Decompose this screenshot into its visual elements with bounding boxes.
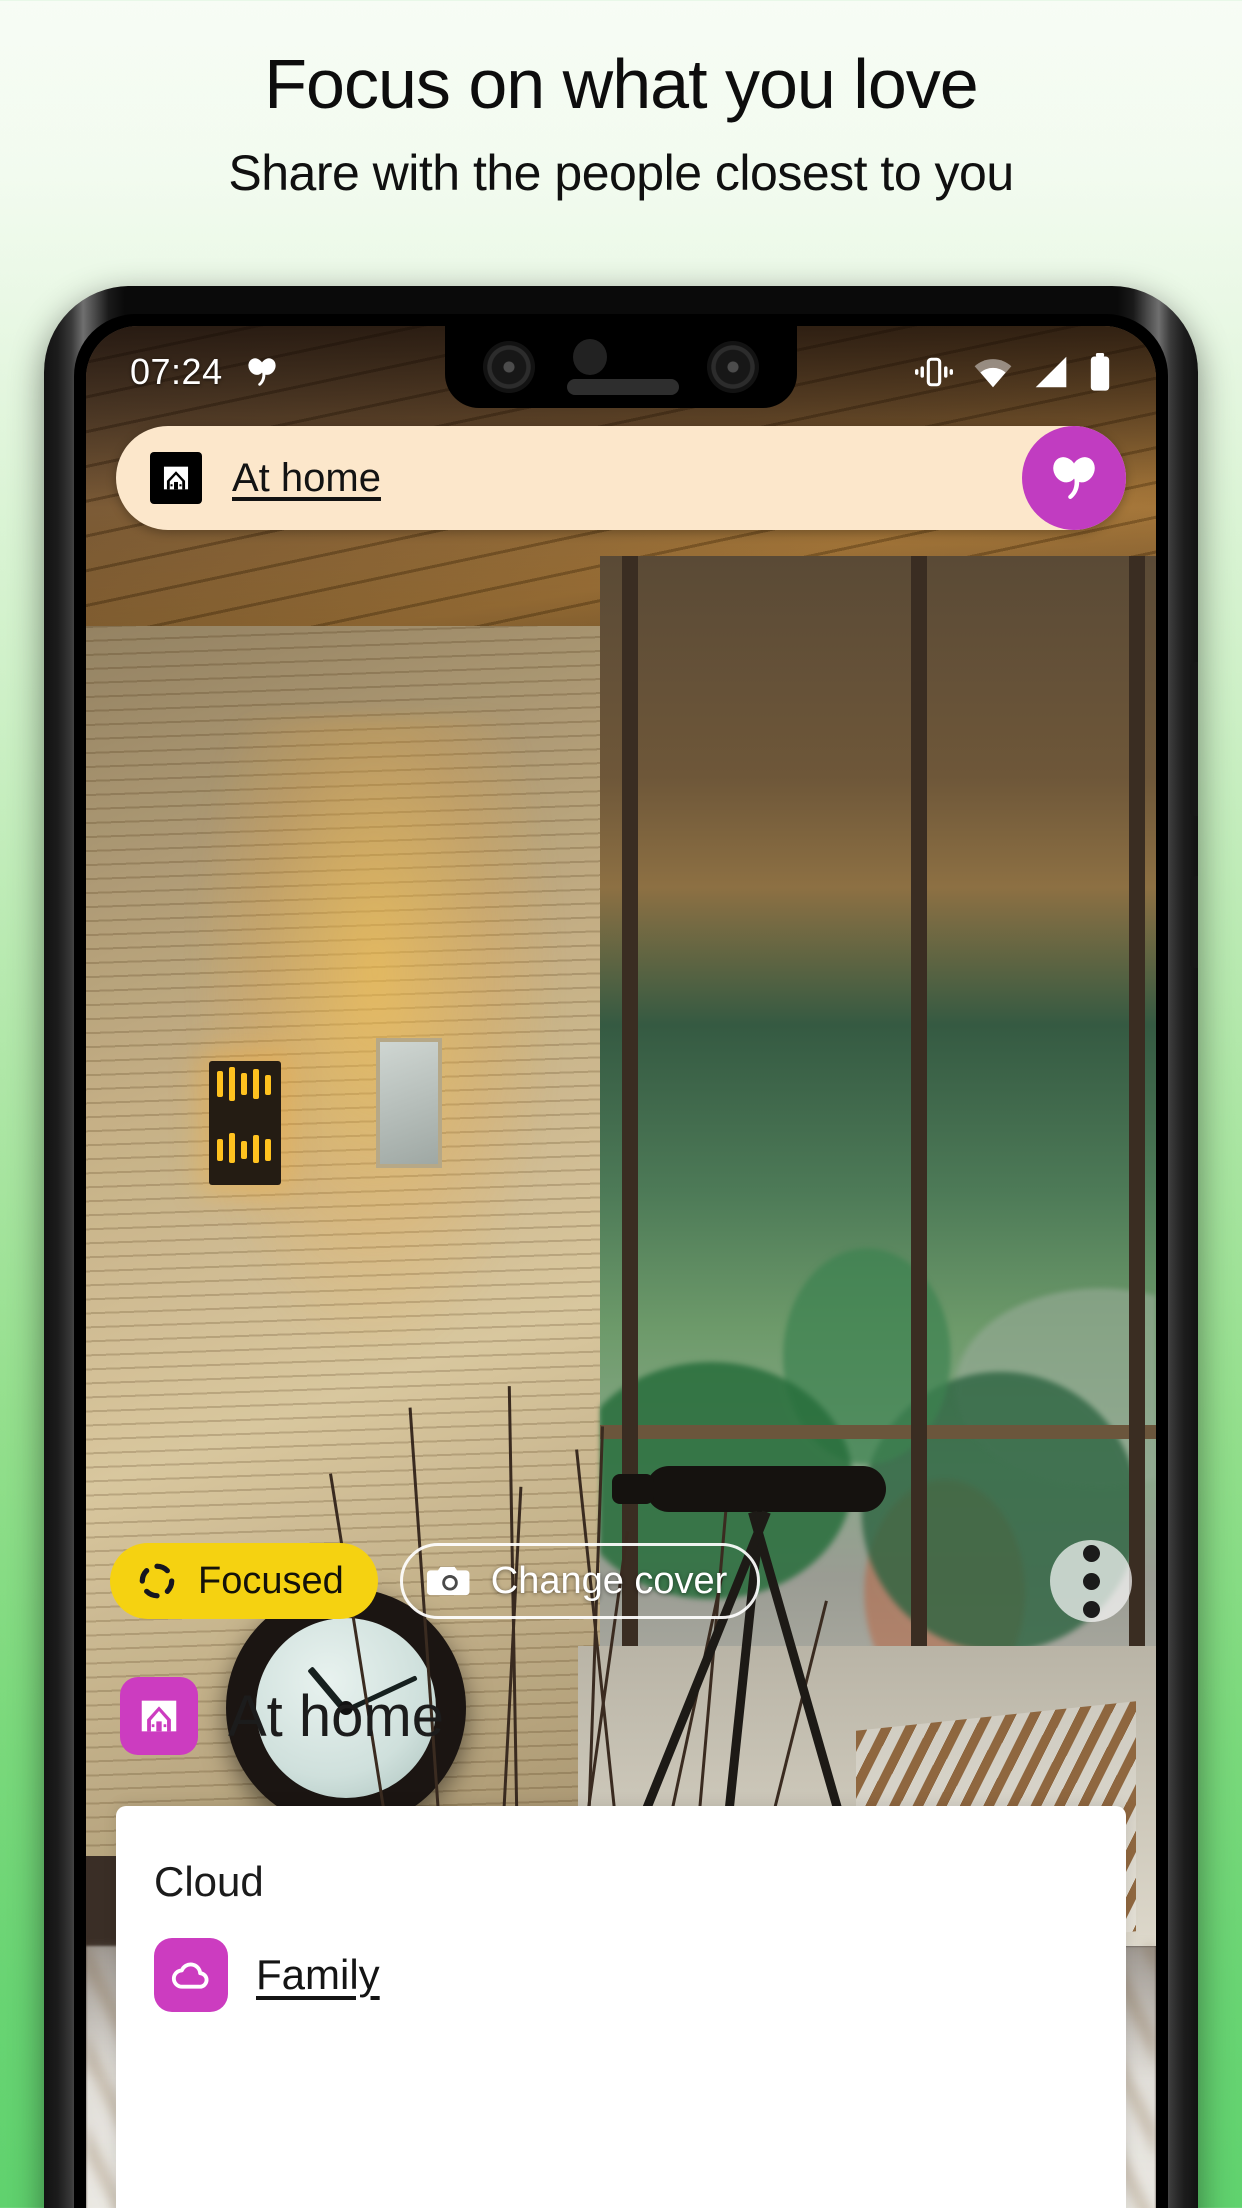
list-item[interactable]: Family xyxy=(154,1938,1126,2012)
volume-button[interactable] xyxy=(1190,662,1198,816)
home-icon xyxy=(120,1677,198,1755)
home-icon xyxy=(150,452,202,504)
brand-sprout-button[interactable] xyxy=(1022,426,1126,530)
search-bar[interactable]: At home xyxy=(116,426,1126,530)
phone-frame: 07:24 At home Focused Change cover At ho… xyxy=(44,286,1198,2208)
front-camera-secondary-icon xyxy=(707,341,759,393)
cloud-section-label: Cloud xyxy=(154,1858,264,1905)
phone-screen: 07:24 At home Focused Change cover At ho… xyxy=(86,326,1156,2208)
change-cover-button[interactable]: Change cover xyxy=(399,1543,761,1619)
sheet-title: At home xyxy=(228,1683,444,1749)
focused-chip[interactable]: Focused xyxy=(110,1543,378,1619)
battery-icon xyxy=(1088,353,1112,391)
display-notch xyxy=(445,326,797,408)
cover-action-row: Focused Change cover xyxy=(86,1536,1156,1626)
promo-header: Focus on what you love Share with the pe… xyxy=(0,0,1242,202)
cloud-item-label[interactable]: Family xyxy=(256,1951,380,1999)
front-camera-icon xyxy=(483,341,535,393)
proximity-sensor-icon xyxy=(573,339,607,375)
wall-lamp-icon xyxy=(209,1061,281,1185)
focused-label: Focused xyxy=(198,1559,344,1602)
sheet-header: At home xyxy=(86,1626,1156,1806)
cloud-card: Cloud Family xyxy=(116,1806,1126,2208)
status-time: 07:24 xyxy=(130,351,223,392)
focus-target-icon xyxy=(136,1560,178,1602)
earpiece-speaker-icon xyxy=(567,379,679,395)
cloud-icon xyxy=(154,1938,228,2012)
wifi-icon xyxy=(972,355,1014,389)
vibrate-icon xyxy=(914,355,954,389)
search-value[interactable]: At home xyxy=(232,456,381,501)
promo-title: Focus on what you love xyxy=(264,45,978,123)
sprout-icon xyxy=(243,353,281,391)
power-button[interactable] xyxy=(1190,876,1198,968)
change-cover-label: Change cover xyxy=(490,1559,728,1602)
promo-subtitle: Share with the people closest to you xyxy=(228,144,1014,201)
cellular-signal-icon xyxy=(1032,355,1070,389)
more-vertical-icon[interactable] xyxy=(1050,1540,1132,1622)
camera-icon xyxy=(426,1562,473,1600)
